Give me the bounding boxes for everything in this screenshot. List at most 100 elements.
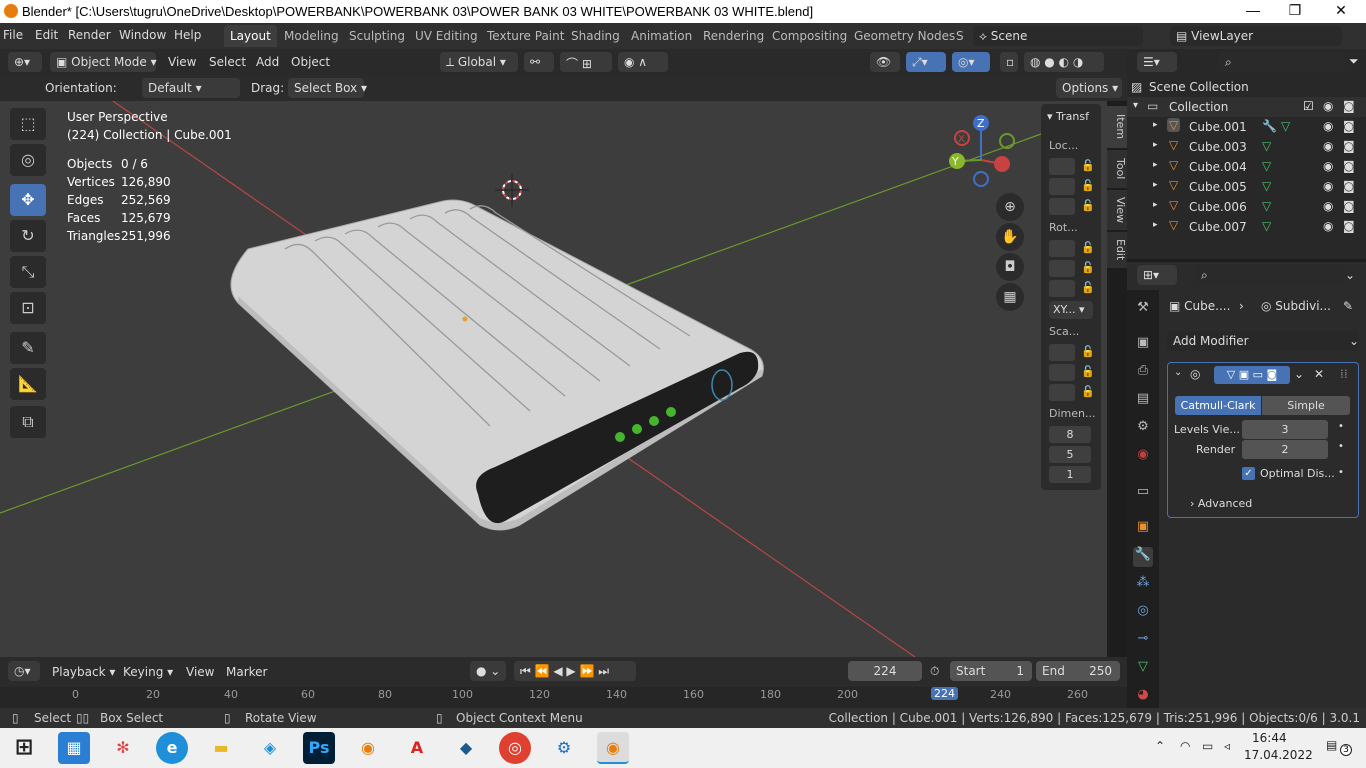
menu-select[interactable]: Select [209, 55, 246, 69]
rotation-x-field[interactable] [1049, 240, 1075, 257]
mesh-data-icon[interactable]: ▽ [1262, 179, 1271, 193]
rotate-tool-icon[interactable]: ↻ [10, 220, 46, 252]
expand-arrow-icon[interactable]: ▸ [1153, 160, 1158, 170]
mesh-data-icon[interactable]: ▽ [1262, 219, 1271, 233]
photoshop-icon[interactable]: Ps [303, 732, 335, 764]
outliner-row-object[interactable]: ▸ ▽ Cube.007 ▽ ◉ ◙ [1127, 217, 1366, 237]
mesh-data-icon[interactable]: ▽ [1262, 139, 1271, 153]
notifications-icon[interactable]: ▤ [1326, 738, 1337, 752]
view-layer-selector[interactable]: ▤ ViewLayer [1170, 26, 1342, 46]
close-window-button[interactable]: ✕ [1326, 2, 1356, 20]
render-levels-field[interactable]: 2 [1242, 440, 1328, 459]
wifi-icon[interactable]: ◠ [1180, 739, 1190, 753]
mesh-data-icon[interactable]: ▽ [1262, 199, 1271, 213]
xray-button[interactable]: ▫ [1000, 52, 1018, 72]
view-layer-tab-icon[interactable]: ▤ [1133, 391, 1153, 411]
shading-mode-buttons[interactable]: ◍ ● ◐ ◑ [1024, 52, 1104, 72]
properties-search-input[interactable]: ⌕ [1195, 265, 1345, 285]
lock-icon[interactable]: 🔓 [1081, 365, 1095, 378]
sidebar-tab-tool[interactable]: Tool [1107, 150, 1127, 188]
app-icon[interactable]: ◈ [254, 732, 286, 764]
add-modifier-dropdown[interactable]: Add Modifier [1167, 331, 1359, 351]
scene-tab-icon[interactable]: ⚙ [1133, 419, 1153, 439]
minimize-button[interactable]: — [1238, 2, 1268, 20]
end-frame-field[interactable]: End 250 [1036, 661, 1120, 681]
camera-icon[interactable]: ◙ [1343, 139, 1355, 153]
mesh-data-icon[interactable]: ▽ [1262, 159, 1271, 173]
drag-handle-icon[interactable]: ⁞⁞ [1340, 367, 1348, 381]
breadcrumb-modifier[interactable]: ◎ Subdivi... [1261, 299, 1331, 313]
render-tab-icon[interactable]: ▣ [1133, 335, 1153, 355]
checkbox-icon[interactable]: ☑ [1303, 99, 1314, 113]
menu-window[interactable]: Window [119, 28, 166, 42]
eye-icon[interactable]: ◉ [1323, 219, 1333, 233]
lock-icon[interactable]: 🔓 [1081, 179, 1095, 192]
menu-add[interactable]: Add [256, 55, 279, 69]
camera-icon[interactable]: ◙ [1343, 99, 1355, 113]
3d-viewport[interactable]: Z Y X User Perspective (224) Collection … [0, 101, 1107, 657]
clock-date[interactable]: 17.04.2022 [1244, 748, 1313, 762]
scale-z-field[interactable] [1049, 384, 1075, 401]
sidebar-tab-edit[interactable]: Edit [1107, 232, 1127, 268]
transform-tool-icon[interactable]: ⊡ [10, 292, 46, 324]
camera-icon[interactable]: ◙ [1343, 199, 1355, 213]
material-tab-icon[interactable]: ◕ [1133, 687, 1153, 707]
proportional-edit-button[interactable]: ◉ ∧ [618, 52, 668, 72]
edge-browser-icon[interactable]: e [156, 732, 188, 764]
advanced-subpanel[interactable]: › Advanced [1190, 497, 1252, 510]
modifier-display-toggles[interactable]: ▽ ▣ ▭ ◙ [1214, 366, 1290, 384]
pin-icon[interactable]: ✎ [1343, 299, 1353, 313]
dimension-x-field[interactable]: 8 [1049, 426, 1091, 443]
transform-section-header[interactable]: ▾ Transf [1047, 110, 1089, 123]
physics-tab-icon[interactable]: ◎ [1133, 603, 1153, 623]
editor-type-button[interactable]: ⊕▾ [8, 52, 42, 72]
remove-modifier-icon[interactable]: ✕ [1314, 367, 1324, 381]
outliner-row-object[interactable]: ▸ ▽ Cube.001 🔧 ▽ ◉ ◙ [1127, 117, 1366, 137]
menu-file[interactable]: File [3, 28, 23, 42]
lock-icon[interactable]: 🔓 [1081, 261, 1095, 274]
sketchup-icon[interactable]: ◆ [450, 732, 482, 764]
visibility-icon[interactable]: 👁 [870, 52, 900, 72]
outliner-row-collection[interactable]: ▾ ▭ Collection ☑ ◉ ◙ [1127, 97, 1366, 117]
levels-viewport-field[interactable]: 3 [1242, 420, 1328, 439]
tab-compositing[interactable]: Compositing [766, 25, 853, 47]
particles-tab-icon[interactable]: ⁂ [1133, 575, 1153, 595]
annotate-tool-icon[interactable]: ✎ [10, 332, 46, 364]
overlay-toggle-button[interactable]: ◎▾ [952, 52, 990, 72]
tab-simple[interactable]: Simple [1262, 396, 1350, 415]
rotation-z-field[interactable] [1049, 280, 1075, 297]
perspective-grid-icon[interactable]: ▦ [996, 283, 1024, 311]
breadcrumb-object[interactable]: ▣ Cube.... [1169, 299, 1230, 313]
gizmo-toggle-button[interactable]: ⤢▾ [906, 52, 946, 72]
expand-arrow-icon[interactable]: ▸ [1153, 200, 1158, 210]
blender-icon[interactable]: ◉ [352, 732, 384, 764]
menu-edit[interactable]: Edit [35, 28, 58, 42]
chevron-down-icon[interactable]: ⌄ [1345, 268, 1355, 282]
output-tab-icon[interactable]: ⎙ [1133, 363, 1153, 383]
world-tab-icon[interactable]: ◉ [1133, 447, 1153, 467]
optimal-display-checkbox[interactable]: ✓ [1242, 467, 1255, 480]
playback-controls[interactable]: ⏮ ⏪ ◀ ▶ ⏩ ⏭ [514, 661, 636, 681]
menu-playback[interactable]: Playback ▾ [52, 665, 115, 679]
tab-layout[interactable]: Layout [224, 25, 277, 47]
restore-button[interactable]: ❐ [1280, 2, 1310, 20]
start-frame-field[interactable]: Start 1 [950, 661, 1032, 681]
tab-geometry-nodes[interactable]: Geometry Nodes [848, 25, 961, 47]
outliner-editor-type-button[interactable]: ☰▾ [1137, 52, 1177, 72]
clock-time[interactable]: 16:44 [1252, 731, 1287, 745]
battery-icon[interactable]: ▭ [1202, 739, 1213, 753]
outliner-row-object[interactable]: ▸ ▽ Cube.005 ▽ ◉ ◙ [1127, 177, 1366, 197]
scale-x-field[interactable] [1049, 344, 1075, 361]
add-cube-tool-icon[interactable]: ⧉ [10, 406, 46, 438]
tab-scripting[interactable]: S [950, 25, 970, 47]
tab-rendering[interactable]: Rendering [697, 25, 770, 47]
eye-icon[interactable]: ◉ [1323, 199, 1333, 213]
location-z-field[interactable] [1049, 198, 1075, 215]
tab-uv-editing[interactable]: UV Editing [409, 25, 484, 47]
cursor-tool-icon[interactable]: ◎ [10, 144, 46, 176]
playhead-frame-indicator[interactable]: 224 [931, 687, 958, 700]
keyframe-dot-icon[interactable]: • [1338, 467, 1344, 478]
lock-icon[interactable]: 🔓 [1081, 241, 1095, 254]
eye-icon[interactable]: ◉ [1323, 139, 1333, 153]
move-tool-icon[interactable]: ✥ [10, 184, 46, 216]
